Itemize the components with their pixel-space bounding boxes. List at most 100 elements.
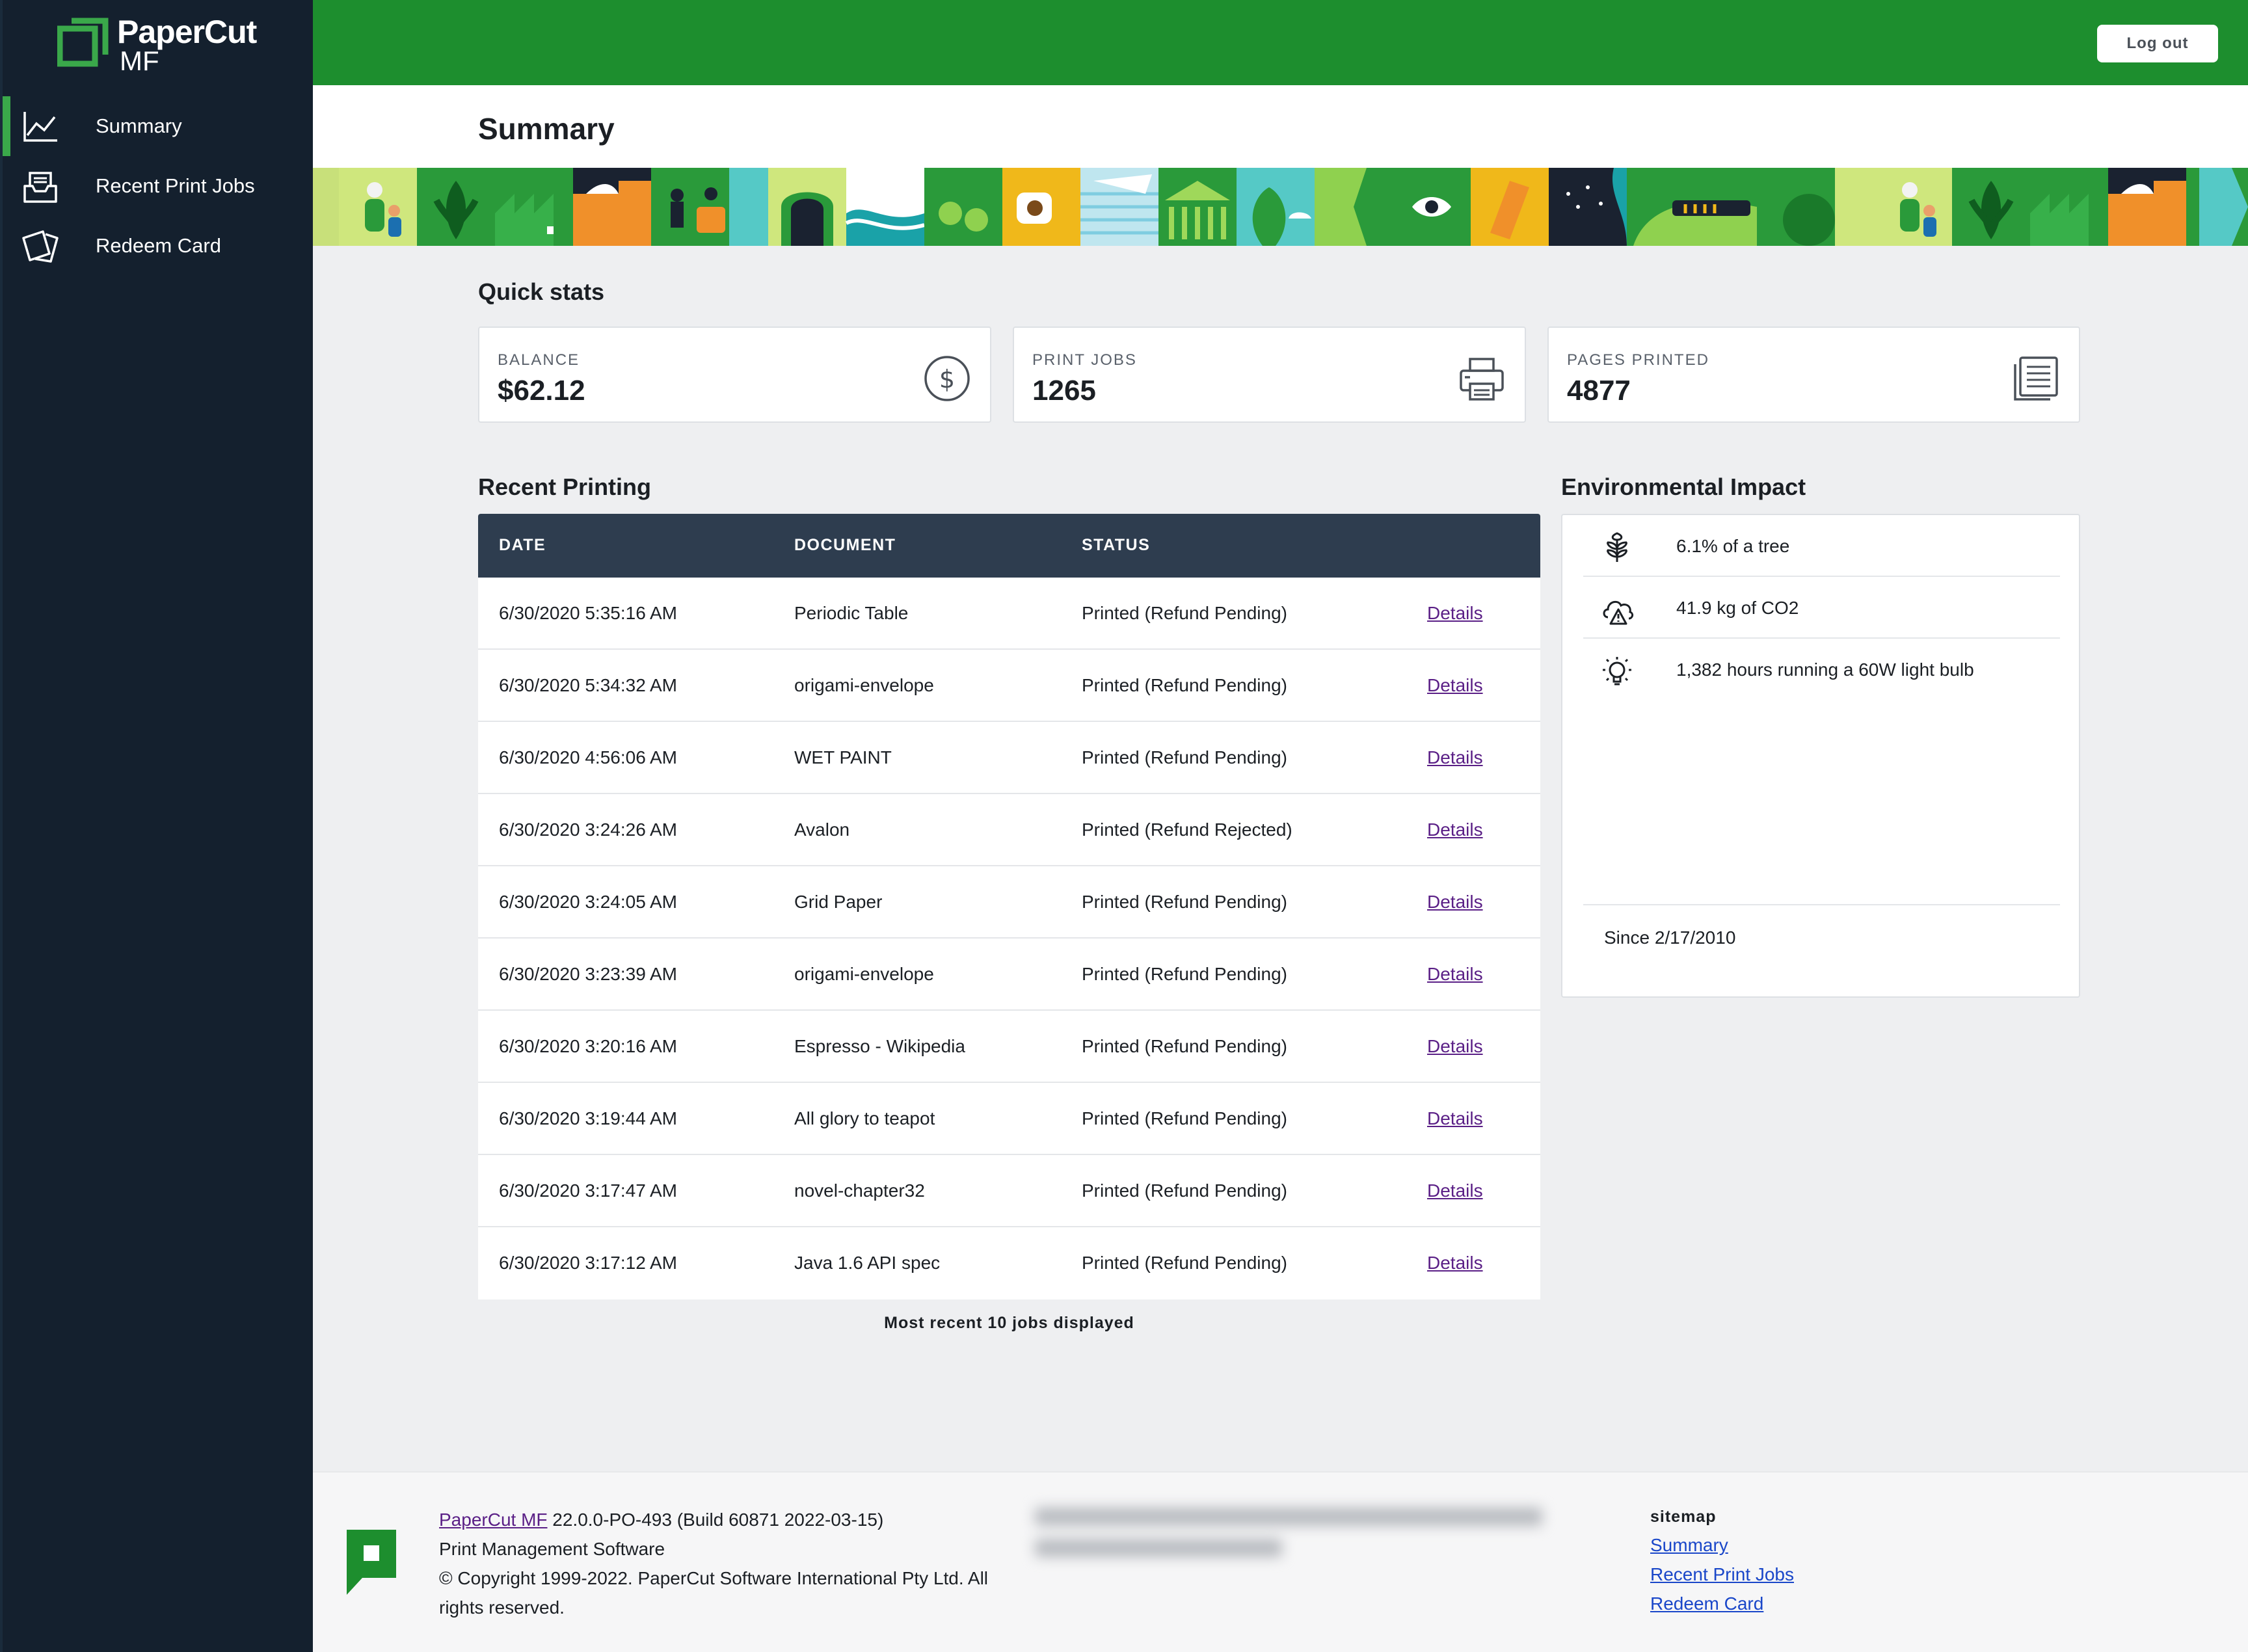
table-row: 6/30/2020 3:17:12 AM Java 1.6 API spec Pri… <box>478 1227 1540 1299</box>
cell-status: Printed (Refund Pending) <box>1082 1108 1287 1128</box>
env-co2-text: 41.9 kg of CO2 <box>1676 598 1799 618</box>
cell-document: All glory to teapot <box>794 1108 935 1128</box>
details-link[interactable]: Details <box>1427 1036 1483 1057</box>
cell-status: Printed (Refund Pending) <box>1082 675 1287 695</box>
sidebar-item-label: Redeem Card <box>96 234 221 257</box>
cell-date: 6/30/2020 5:34:32 AM <box>499 675 677 695</box>
footer-version: 22.0.0-PO-493 (Build 60871 2022-03-15) <box>547 1510 884 1530</box>
details-link[interactable]: Details <box>1427 1180 1483 1201</box>
quick-stats-title: Quick stats <box>478 278 605 305</box>
banner-illustration-icon <box>313 168 2248 246</box>
cell-status: Printed (Refund Pending) <box>1082 892 1287 912</box>
env-item-co2: 41.9 kg of CO2 <box>1583 577 2060 639</box>
print-jobs-card: PRINT JOBS 1265 <box>1013 326 1526 423</box>
table-note: Most recent 10 jobs displayed <box>884 1314 1134 1332</box>
details-link[interactable]: Details <box>1427 747 1483 768</box>
cell-document: Espresso - Wikipedia <box>794 1036 965 1056</box>
sitemap-link-summary[interactable]: Summary <box>1650 1530 1794 1560</box>
cell-date: 6/30/2020 3:17:47 AM <box>499 1180 677 1201</box>
printer-icon <box>1460 358 1504 401</box>
table-row: 6/30/2020 3:24:05 AM Grid Paper Printed (R… <box>478 866 1540 939</box>
print-tray-icon <box>23 172 57 203</box>
footer: PaperCut MF 22.0.0-PO-493 (Build 60871 2… <box>313 1471 2248 1652</box>
illustration-banner <box>313 168 2248 246</box>
svg-text:$: $ <box>939 365 955 393</box>
cell-document: Avalon <box>794 819 850 840</box>
cell-date: 6/30/2020 3:24:26 AM <box>499 819 677 840</box>
sitemap-link-recent-print-jobs[interactable]: Recent Print Jobs <box>1650 1560 1794 1589</box>
balance-value: $62.12 <box>498 375 585 406</box>
cards-icon <box>22 230 59 263</box>
details-link[interactable]: Details <box>1427 675 1483 696</box>
cell-document: novel-chapter32 <box>794 1180 925 1201</box>
pages-icon <box>2014 356 2058 401</box>
top-bar: Log out <box>313 0 2248 85</box>
cell-date: 6/30/2020 3:24:05 AM <box>499 892 677 912</box>
print-jobs-label: PRINT JOBS <box>1032 351 1137 369</box>
dollar-circle-icon: $ <box>924 356 970 401</box>
column-header-status: STATUS <box>1082 536 1151 554</box>
sitemap-link-redeem-card[interactable]: Redeem Card <box>1650 1589 1794 1618</box>
papercut-mf-link[interactable]: PaperCut MF <box>439 1510 548 1530</box>
balance-card: BALANCE $62.12 $ <box>478 326 991 423</box>
sidebar-item-label: Summary <box>96 114 182 137</box>
page-title: Summary <box>478 112 615 146</box>
table-row: 6/30/2020 3:24:26 AM Avalon Printed (Refun… <box>478 794 1540 866</box>
cell-status: Printed (Refund Pending) <box>1082 747 1287 767</box>
cell-status: Printed (Refund Rejected) <box>1082 819 1292 840</box>
cell-date: 6/30/2020 3:23:39 AM <box>499 964 677 984</box>
env-tree-text: 6.1% of a tree <box>1676 536 1790 556</box>
sidebar-item-recent-print-jobs[interactable]: Recent Print Jobs <box>3 156 315 216</box>
cell-document: WET PAINT <box>794 747 892 767</box>
light-bulb-icon <box>1603 657 1631 686</box>
details-link[interactable]: Details <box>1427 1253 1483 1273</box>
cell-status: Printed (Refund Pending) <box>1082 1180 1287 1201</box>
column-header-document: DOCUMENT <box>794 536 896 554</box>
print-jobs-value: 1265 <box>1032 375 1096 406</box>
cell-document: origami-envelope <box>794 675 934 695</box>
sitemap: sitemap Summary Recent Print Jobs Redeem… <box>1650 1508 1794 1618</box>
column-header-date: DATE <box>499 536 546 554</box>
logout-button[interactable]: Log out <box>2097 25 2218 62</box>
sidebar-item-summary[interactable]: Summary <box>3 96 315 156</box>
cell-status: Printed (Refund Pending) <box>1082 964 1287 984</box>
footer-version-line: PaperCut MF 22.0.0-PO-493 (Build 60871 2… <box>439 1505 1024 1534</box>
cell-date: 6/30/2020 4:56:06 AM <box>499 747 677 767</box>
details-link[interactable]: Details <box>1427 1108 1483 1129</box>
env-divider <box>1583 904 2060 905</box>
recent-printing-table: DATE DOCUMENT STATUS 6/30/2020 5:35:16 A… <box>478 514 1540 1299</box>
table-body: 6/30/2020 5:35:16 AM Periodic Table Printe… <box>478 578 1540 1299</box>
env-light-bulb-text: 1,382 hours running a 60W light bulb <box>1676 659 1974 680</box>
table-row: 6/30/2020 4:56:06 AM WET PAINT Printed (Re… <box>478 722 1540 794</box>
cell-date: 6/30/2020 3:19:44 AM <box>499 1108 677 1128</box>
papercut-logo[interactable]: PaperCut MF <box>57 14 278 76</box>
cell-document: origami-envelope <box>794 964 934 984</box>
pages-printed-card: PAGES PRINTED 4877 <box>1547 326 2080 423</box>
pages-printed-label: PAGES PRINTED <box>1567 351 1709 369</box>
sidebar-nav: Summary Recent Print Jobs Redeem Card <box>3 96 315 276</box>
cell-date: 6/30/2020 5:35:16 AM <box>499 603 677 623</box>
table-row: 6/30/2020 3:23:39 AM origami-envelope Prin… <box>478 939 1540 1011</box>
logo-name: PaperCut <box>117 14 257 50</box>
blurred-contact-info <box>1035 1508 1555 1573</box>
page-header: Summary <box>313 85 2248 168</box>
table-header: DATE DOCUMENT STATUS <box>478 514 1540 578</box>
cell-document: Grid Paper <box>794 892 883 912</box>
sidebar-item-redeem-card[interactable]: Redeem Card <box>3 216 315 276</box>
cell-date: 6/30/2020 3:20:16 AM <box>499 1036 677 1056</box>
papercut-logo-mark-icon <box>57 18 109 67</box>
logo-suffix: MF <box>120 46 159 76</box>
table-row: 6/30/2020 5:34:32 AM origami-envelope Prin… <box>478 650 1540 722</box>
environmental-impact-card: 6.1% of a tree 41.9 kg of CO2 1,382 hour… <box>1561 514 2080 998</box>
details-link[interactable]: Details <box>1427 964 1483 985</box>
cell-status: Printed (Refund Pending) <box>1082 1036 1287 1056</box>
details-link[interactable]: Details <box>1427 892 1483 913</box>
cell-document: Periodic Table <box>794 603 909 623</box>
cell-date: 6/30/2020 3:17:12 AM <box>499 1253 677 1273</box>
table-row: 6/30/2020 3:20:16 AM Espresso - Wikipedia… <box>478 1011 1540 1083</box>
details-link[interactable]: Details <box>1427 819 1483 840</box>
details-link[interactable]: Details <box>1427 603 1483 624</box>
cell-document: Java 1.6 API spec <box>794 1253 941 1273</box>
balance-label: BALANCE <box>498 351 580 369</box>
environmental-impact-title: Environmental Impact <box>1561 473 1806 500</box>
